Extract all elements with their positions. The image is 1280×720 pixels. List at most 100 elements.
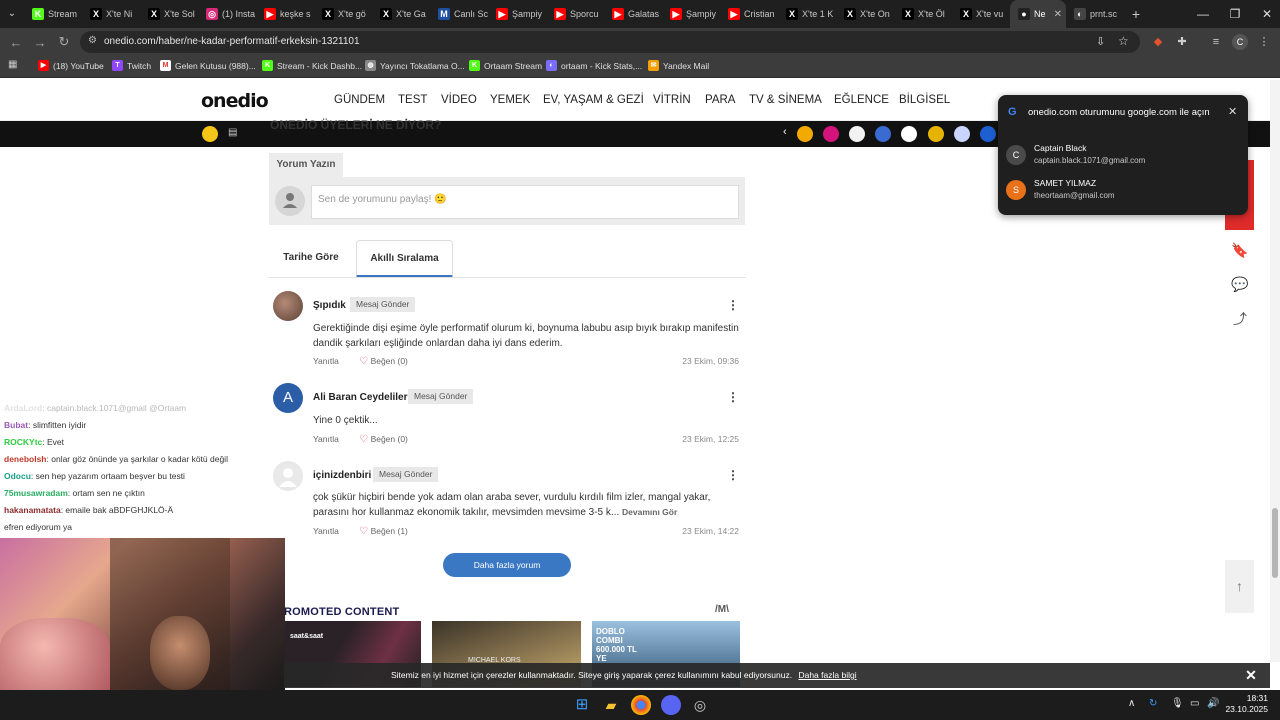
story-item[interactable] xyxy=(849,126,865,142)
new-tab-button[interactable]: + xyxy=(1124,6,1148,22)
browser-tab[interactable]: X X'te Öl xyxy=(894,0,952,28)
comment-author[interactable]: Ali Baran Ceydeliler xyxy=(313,392,407,403)
maximize-button[interactable]: ❐ xyxy=(1218,0,1252,28)
network-icon[interactable]: ▭ xyxy=(1190,698,1199,709)
browser-tab[interactable]: X X'te gö xyxy=(314,0,372,28)
browser-tab[interactable]: X X'te 1 K xyxy=(778,0,836,28)
heart-icon[interactable]: ♡ xyxy=(359,356,368,367)
discord-icon[interactable] xyxy=(661,695,681,715)
nav-link[interactable]: EĞLENCE xyxy=(834,94,889,106)
profile-avatar[interactable]: C xyxy=(1232,34,1248,50)
close-icon[interactable]: ✕ xyxy=(1228,105,1237,118)
reply-link[interactable]: Yanıtla xyxy=(313,434,339,444)
bookmark-item[interactable]: ▶ (18) YouTube xyxy=(38,60,104,71)
nav-link[interactable]: VİDEO xyxy=(441,94,477,106)
browser-tab[interactable]: ▶ Galatas xyxy=(604,0,662,28)
extension-icon[interactable]: ◆ xyxy=(1150,34,1166,50)
windows-start-icon[interactable]: ⊞ xyxy=(572,695,592,715)
browser-tab[interactable]: X X'te Ga xyxy=(372,0,430,28)
extensions-puzzle-icon[interactable]: ✚ xyxy=(1174,34,1190,50)
forward-icon[interactable]: → xyxy=(30,32,50,52)
address-bar[interactable]: ⚙ onedio.com/haber/ne-kadar-performatif-… xyxy=(80,31,1140,53)
more-options-icon[interactable]: ⋮ xyxy=(727,298,739,312)
bookmark-item[interactable]: ◍ Yayıncı Tokatlama O... xyxy=(365,60,465,71)
nav-link[interactable]: BİLGİSEL xyxy=(899,94,950,106)
avatar[interactable] xyxy=(273,291,303,321)
apps-grid-icon[interactable]: ▦ xyxy=(8,59,17,70)
story-item[interactable] xyxy=(901,126,917,142)
browser-tab[interactable]: ▶ keşke s xyxy=(256,0,314,28)
scrollbar-thumb[interactable] xyxy=(1272,508,1278,578)
google-account-option[interactable]: S SAMET YILMAZ theortaam@gmail.com xyxy=(1006,178,1240,208)
browser-tab[interactable]: X X'te vu xyxy=(952,0,1010,28)
browser-tab[interactable]: ▶ Şampiy xyxy=(662,0,720,28)
reply-link[interactable]: Yanıtla xyxy=(313,356,339,366)
site-logo[interactable]: onedio xyxy=(201,90,269,112)
browser-tab[interactable]: ◐ prnt.sc xyxy=(1066,0,1124,28)
read-more-link[interactable]: Devamını Gör xyxy=(622,507,677,517)
reload-icon[interactable]: ↻ xyxy=(54,32,74,52)
nav-link[interactable]: EV, YAŞAM & GEZİ xyxy=(543,94,644,106)
browser-tab[interactable]: X X'te Sol xyxy=(140,0,198,28)
more-options-icon[interactable]: ⋮ xyxy=(727,468,739,482)
cookie-more-info-link[interactable]: Daha fazla bilgi xyxy=(798,670,856,680)
avatar[interactable] xyxy=(273,461,303,491)
tray-expand-icon[interactable]: ∧ xyxy=(1128,698,1135,709)
site-info-icon[interactable]: ⚙ xyxy=(88,35,97,46)
volume-icon[interactable]: 🔊 xyxy=(1207,698,1219,709)
close-icon[interactable]: ✕ xyxy=(1243,667,1259,683)
story-item[interactable] xyxy=(954,126,970,142)
sync-icon[interactable]: ↻ xyxy=(1149,698,1157,709)
like-button[interactable]: Beğen (0) xyxy=(371,434,408,444)
chrome-icon[interactable] xyxy=(631,695,651,715)
browser-tab[interactable]: ▶ Sporcu xyxy=(546,0,604,28)
bookmark-item[interactable]: M Gelen Kutusu (988)... xyxy=(160,60,256,71)
browser-tab[interactable]: M Canlı Sc xyxy=(430,0,488,28)
reply-link[interactable]: Yanıtla xyxy=(313,526,339,536)
browser-tab[interactable]: ▶ Cristian xyxy=(720,0,778,28)
nav-link[interactable]: GÜNDEM xyxy=(334,94,385,106)
close-tab-icon[interactable]: ✕ xyxy=(1054,9,1062,20)
scroll-to-top-button[interactable]: ↑ xyxy=(1225,560,1254,613)
system-clock[interactable]: 18:31 23.10.2025 xyxy=(1224,693,1268,715)
like-button[interactable]: Beğen (0) xyxy=(371,356,408,366)
bookmark-item[interactable]: T Twitch xyxy=(112,60,151,71)
nav-link[interactable]: VİTRİN xyxy=(653,94,691,106)
stories-prev-icon[interactable]: ‹ xyxy=(783,126,787,138)
bookmark-item[interactable]: K Stream - Kick Dashb... xyxy=(262,60,362,71)
comment-input[interactable]: Sen de yorumunu paylaş! 🙂 xyxy=(311,185,739,219)
heart-icon[interactable]: ♡ xyxy=(359,526,368,537)
gallery-icon[interactable]: ▤ xyxy=(228,127,237,138)
bookmark-item[interactable]: K Ortaam Stream xyxy=(469,60,542,71)
send-message-button[interactable]: Mesaj Gönder xyxy=(350,297,416,312)
browser-tab[interactable]: ▶ Şampiy xyxy=(488,0,546,28)
more-options-icon[interactable]: ⋮ xyxy=(727,390,739,404)
browser-tab[interactable]: ● Ne ✕ xyxy=(1010,0,1066,28)
tab-date-sort[interactable]: Tarihe Göre xyxy=(272,240,350,278)
nav-link[interactable]: YEMEK xyxy=(490,94,530,106)
nav-link[interactable]: TEST xyxy=(398,94,427,106)
like-button[interactable]: Beğen (1) xyxy=(371,526,408,536)
avatar[interactable]: A xyxy=(273,383,303,413)
obs-icon[interactable]: ◎ xyxy=(690,695,710,715)
nav-link[interactable]: PARA xyxy=(705,94,735,106)
send-message-button[interactable]: Mesaj Gönder xyxy=(408,389,474,404)
story-item[interactable] xyxy=(928,126,944,142)
emoji-icon[interactable] xyxy=(202,126,218,142)
bookmark-item[interactable]: ◐ ortaam - Kick Stats,... xyxy=(546,60,642,71)
send-message-button[interactable]: Mesaj Gönder xyxy=(373,467,439,482)
story-item[interactable] xyxy=(797,126,813,142)
more-comments-button[interactable]: Daha fazla yorum xyxy=(443,553,571,577)
bookmark-item[interactable]: ✉ Yandex Mail xyxy=(648,60,709,71)
minimize-button[interactable]: — xyxy=(1186,0,1220,28)
comment-author[interactable]: içinizdenbiri xyxy=(313,470,371,481)
write-comment-tab[interactable]: Yorum Yazın xyxy=(269,153,343,177)
tab-search-button[interactable]: ⌄ xyxy=(0,0,24,28)
microphone-icon[interactable]: 🎙 xyxy=(1171,698,1184,709)
share-icon[interactable]: ⤴ xyxy=(1229,308,1251,330)
media-control-icon[interactable]: ≡ xyxy=(1208,34,1224,50)
nav-link[interactable]: TV & SİNEMA xyxy=(749,94,822,106)
bookmark-add-icon[interactable]: 🔖 xyxy=(1229,239,1251,261)
browser-tab[interactable]: K Stream xyxy=(24,0,82,28)
browser-tab[interactable]: X X'te Ni xyxy=(82,0,140,28)
